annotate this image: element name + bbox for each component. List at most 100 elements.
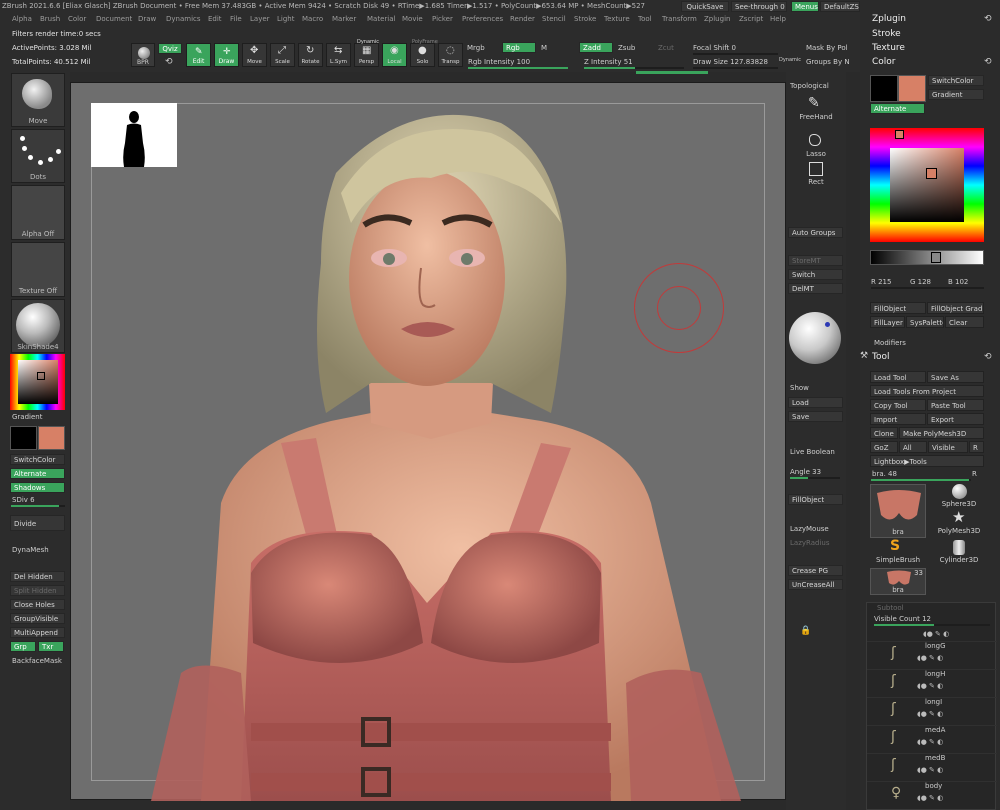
move-button[interactable]: ✥ Move: [242, 43, 267, 67]
menu-item-texture[interactable]: Texture: [604, 15, 630, 23]
copy-tool-button[interactable]: Copy Tool: [870, 399, 926, 411]
menu-item-brush[interactable]: Brush: [40, 15, 60, 23]
menu-item-material[interactable]: Material: [367, 15, 395, 23]
dynamic-toggle[interactable]: Dynamic: [779, 57, 801, 63]
tray-gradient-button[interactable]: Gradient: [928, 89, 984, 100]
uncreaseall-button[interactable]: UnCreaseAll: [788, 579, 843, 590]
tool-thumb-polymesh3d[interactable]: ★ PolyMesh3D: [932, 508, 986, 537]
goz-button[interactable]: GoZ: [870, 441, 898, 453]
multiappend-button[interactable]: MultiAppend: [10, 627, 65, 638]
texture-selector[interactable]: Texture Off: [11, 242, 65, 297]
tray-switchcolor-button[interactable]: SwitchColor: [928, 75, 984, 86]
export-button[interactable]: Export: [927, 413, 984, 425]
alternate-button[interactable]: Alternate: [10, 468, 65, 479]
divide-button[interactable]: Divide: [10, 515, 65, 531]
menu-item-color[interactable]: Color: [68, 15, 86, 23]
storemt-button[interactable]: StoreMT: [788, 255, 843, 266]
subtool-row[interactable]: ♀ body ◖● ✎ ◐: [867, 781, 997, 809]
subtool-controls-icon[interactable]: ◖● ✎ ◐: [917, 794, 943, 802]
load-tool-button[interactable]: Load Tool: [870, 371, 926, 383]
subtool-row[interactable]: ʃ medA ◖● ✎ ◐: [867, 725, 997, 753]
menu-item-movie[interactable]: Movie: [402, 15, 423, 23]
menu-item-transform[interactable]: Transform: [662, 15, 697, 23]
switchcolor-button[interactable]: SwitchColor: [10, 454, 65, 465]
syspalette-button[interactable]: SysPalette: [906, 316, 944, 328]
menu-item-help[interactable]: Help: [770, 15, 786, 23]
color-picker[interactable]: [10, 354, 65, 410]
menu-item-preferences[interactable]: Preferences: [462, 15, 503, 23]
green-value[interactable]: G 128: [910, 278, 931, 286]
zadd-toggle[interactable]: Zadd: [579, 42, 613, 53]
menu-item-draw[interactable]: Draw: [138, 15, 156, 23]
material-selector[interactable]: SkinShade4: [11, 299, 65, 353]
gradient-label[interactable]: Gradient: [12, 413, 42, 421]
subtool-controls-icon[interactable]: ◖● ✎ ◐: [917, 682, 943, 690]
tray-color-square[interactable]: [890, 148, 964, 222]
fillobject-grad-button[interactable]: FillObject Grad: [927, 302, 984, 314]
document-canvas[interactable]: [70, 82, 786, 801]
rgb-toggle[interactable]: Rgb: [502, 42, 536, 53]
delmt-button[interactable]: DelMT: [788, 283, 843, 294]
load-button[interactable]: Load: [788, 397, 843, 408]
color-menu[interactable]: Color: [872, 57, 896, 67]
subtool-controls-icon[interactable]: ◖● ✎ ◐: [917, 710, 943, 718]
default-zscript-button[interactable]: DefaultZScript: [820, 1, 860, 12]
save-as-button[interactable]: Save As: [927, 371, 984, 383]
lightcap-sphere[interactable]: [789, 312, 841, 364]
freehand-button[interactable]: ✎ FreeHand: [798, 95, 834, 123]
tray-secondary-color-swatch[interactable]: [898, 75, 926, 102]
solo-button[interactable]: ● Solo: [410, 43, 435, 67]
sdiv-slider[interactable]: [11, 505, 65, 507]
goz-visible-button[interactable]: Visible: [928, 441, 968, 453]
quicksave-button[interactable]: QuickSave: [681, 1, 729, 12]
angle-slider[interactable]: [790, 477, 840, 479]
show-label[interactable]: Show: [790, 384, 809, 392]
tool-r-button[interactable]: R: [972, 470, 977, 478]
tool-thumb-bra-small[interactable]: bra 33: [870, 568, 926, 595]
persp-button[interactable]: ▦ Persp: [354, 43, 379, 67]
zplugin-refresh-icon[interactable]: ⟲: [984, 14, 992, 24]
close-holes-button[interactable]: Close Holes: [10, 599, 65, 610]
tray-color-picker[interactable]: [870, 128, 984, 242]
qviz-button[interactable]: Qviz: [158, 43, 182, 54]
draw-button[interactable]: ✛ Draw: [214, 43, 239, 67]
tool-menu[interactable]: Tool: [872, 352, 889, 362]
tool-thumb-simplebrush[interactable]: S SimpleBrush: [870, 538, 926, 566]
paste-tool-button[interactable]: Paste Tool: [927, 399, 984, 411]
polyframe-label[interactable]: PolyFrame: [412, 39, 438, 45]
menu-item-alpha[interactable]: Alpha: [12, 15, 32, 23]
tray-fillobject-button[interactable]: FillObject: [870, 302, 926, 314]
dynamesh-button[interactable]: DynaMesh: [12, 546, 49, 554]
zcut-toggle[interactable]: Zcut: [658, 44, 674, 52]
menu-item-render[interactable]: Render: [510, 15, 535, 23]
rgb-intensity-slider[interactable]: [468, 67, 568, 69]
texture-menu[interactable]: Texture: [872, 43, 905, 53]
subtool-row[interactable]: ʃ longI ◖● ✎ ◐: [867, 697, 997, 725]
secondary-color-swatch[interactable]: [38, 426, 65, 450]
clear-button[interactable]: Clear: [945, 316, 984, 328]
shadows-button[interactable]: Shadows: [10, 482, 65, 493]
alpha-selector[interactable]: Alpha Off: [11, 185, 65, 240]
focal-shift-slider[interactable]: [693, 53, 778, 55]
load-tools-from-project-button[interactable]: Load Tools From Project: [870, 385, 984, 397]
goz-all-button[interactable]: All: [899, 441, 927, 453]
lightbox-tools-button[interactable]: Lightbox▶Tools: [870, 455, 984, 467]
main-color-swatch[interactable]: [10, 426, 37, 450]
subtool-row[interactable]: ʃ longH ◖● ✎ ◐: [867, 669, 997, 697]
tray-alternate-button[interactable]: Alternate: [870, 103, 925, 114]
subtool-controls-icon[interactable]: ◖● ✎ ◐: [923, 630, 987, 638]
rgb-sliders[interactable]: [871, 287, 984, 289]
grp-toggle[interactable]: Grp: [10, 641, 36, 652]
visible-count-slider[interactable]: [874, 624, 990, 626]
modifiers-label[interactable]: Modifiers: [874, 339, 906, 347]
grayscale-strip[interactable]: [870, 250, 984, 265]
live-boolean-toggle[interactable]: Live Boolean: [790, 448, 835, 456]
clone-button[interactable]: Clone: [870, 427, 898, 439]
save-button[interactable]: Save: [788, 411, 843, 422]
lock-icon[interactable]: 🔒: [800, 626, 811, 636]
menu-item-stencil[interactable]: Stencil: [542, 15, 566, 23]
goz-r-button[interactable]: R: [969, 441, 984, 453]
mrgb-toggle[interactable]: Mrgb: [467, 44, 485, 52]
del-hidden-button[interactable]: Del Hidden: [10, 571, 65, 582]
stroke-selector[interactable]: Dots: [11, 129, 65, 183]
